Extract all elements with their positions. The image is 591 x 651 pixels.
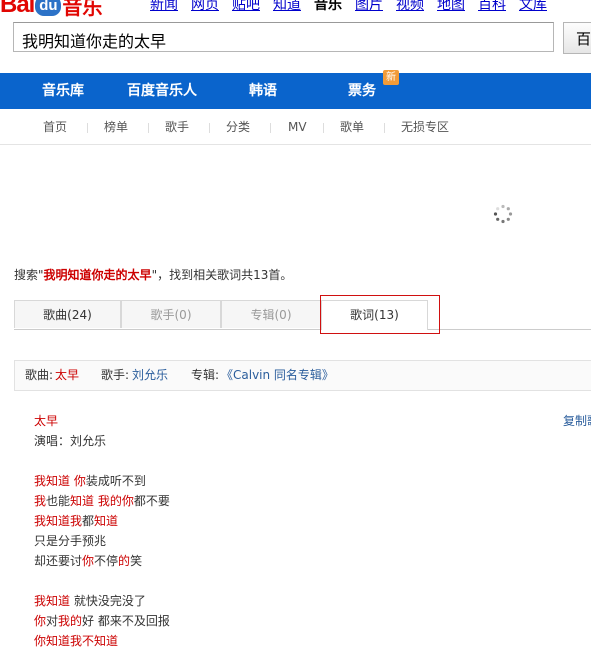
top-nav-wenku[interactable]: 文库 — [519, 0, 547, 13]
lyric-text: 都不要 — [133, 494, 170, 508]
main-nav-baidu-musician[interactable]: 百度音乐人 — [127, 73, 197, 109]
top-nav-music: 音乐 — [314, 0, 342, 13]
logo-text-bai: Bai — [0, 0, 35, 18]
tab-singers: 歌手(0) — [121, 300, 221, 328]
lyrics-performer: 演唱：刘允乐 — [34, 434, 107, 448]
lyric-keyword-highlight: 你 — [73, 474, 86, 488]
lyric-keyword-highlight: 我知道 — [34, 594, 71, 608]
lyric-line: 我也能知道 我的你都不要 — [34, 491, 170, 511]
song-info-bar: 歌曲: 太早 歌手: 刘允乐 专辑: 《Calvin 同名专辑》 — [14, 360, 591, 391]
lyric-line: 却还要讨你不停的笑 — [34, 551, 170, 571]
lyric-text: 就快没完没了 — [70, 594, 146, 608]
tab-albums: 专辑(0) — [221, 300, 321, 328]
lyric-line: 我知道 你装成听不到 — [34, 471, 170, 491]
lyric-line: 你对我的好 都来不及回报 — [34, 611, 170, 631]
main-nav-korean[interactable]: 韩语 — [249, 73, 277, 109]
lyric-text: 装成听不到 — [85, 474, 146, 488]
sub-nav-divider — [270, 123, 271, 133]
top-nav-zhidao[interactable]: 知道 — [273, 0, 301, 13]
lyrics-spacer — [34, 571, 170, 591]
main-nav-music-library[interactable]: 音乐库 — [42, 73, 84, 109]
sub-nav-home[interactable]: 首页 — [43, 110, 67, 144]
top-nav-images[interactable]: 图片 — [355, 0, 383, 13]
top-nav-video[interactable]: 视频 — [396, 0, 424, 13]
singer-label: 歌手: — [101, 368, 130, 382]
sub-nav-singers[interactable]: 歌手 — [165, 110, 189, 144]
logo-text-music: 音乐 — [62, 0, 103, 19]
new-badge: 新 — [383, 70, 399, 85]
lyric-keyword-highlight: 的 — [118, 554, 131, 568]
lyric-text: 笑 — [130, 554, 143, 568]
baidu-music-logo[interactable]: Bai du 音乐 — [0, 0, 103, 19]
singer-link[interactable]: 刘允乐 — [132, 361, 168, 390]
lyric-keyword-highlight: 我的 — [58, 614, 83, 628]
song-title-link[interactable]: 太早 — [55, 361, 79, 390]
sub-nav-divider — [87, 123, 88, 133]
lyrics-title: 太早 — [34, 414, 59, 428]
summary-prefix: 搜索 — [14, 268, 39, 282]
lyric-text: 却还要讨 — [34, 554, 83, 568]
song-label: 歌曲: — [25, 368, 54, 382]
lyric-text: 都 — [82, 514, 95, 528]
sub-nav-bar: 首页 榜单 歌手 分类 MV 歌单 无损专区 — [0, 110, 591, 145]
sub-nav-divider — [148, 123, 149, 133]
album-link[interactable]: 《Calvin 同名专辑》 — [221, 361, 334, 390]
lyric-keyword-highlight: 知道 — [94, 514, 119, 528]
lyric-keyword-highlight: 我的你 — [97, 494, 134, 508]
lyric-keyword-highlight: 你 — [34, 614, 47, 628]
sub-nav-divider — [209, 123, 210, 133]
lyric-keyword-highlight: 我知道我 — [34, 514, 83, 528]
top-nav-tieba[interactable]: 贴吧 — [232, 0, 260, 13]
lyric-keyword-highlight: 你知道我不知道 — [34, 634, 119, 648]
sub-nav-mv[interactable]: MV — [288, 110, 307, 144]
lyrics-stanza-1: 我知道 你装成听不到 我也能知道 我的你都不要 我知道我都知道 只是分手预兆 却还要讨你… — [34, 471, 170, 571]
lyric-keyword-highlight: 我 — [34, 494, 47, 508]
sub-nav-categories[interactable]: 分类 — [226, 110, 250, 144]
lyric-keyword-highlight: 你 — [82, 554, 95, 568]
tab-songs[interactable]: 歌曲(24) — [14, 300, 121, 328]
lyric-keyword-highlight: 知道 — [70, 494, 95, 508]
search-button[interactable]: 百 — [563, 22, 591, 54]
lyric-text: 好 都来不及回报 — [82, 614, 170, 628]
summary-keyword: 我明知道你走的太早 — [43, 268, 152, 282]
lyric-line: 我知道 就快没完没了 — [34, 591, 170, 611]
lyrics-block: 太早 演唱：刘允乐 我知道 你装成听不到 我也能知道 我的你都不要 我知道我都知道只… — [34, 411, 170, 651]
top-nav-map[interactable]: 地图 — [437, 0, 465, 13]
loading-spinner-icon — [493, 204, 513, 224]
main-nav-bar: 音乐库 百度音乐人 韩语 票务 — [0, 73, 591, 109]
main-nav-tickets[interactable]: 票务 — [348, 73, 376, 109]
sub-nav-playlists[interactable]: 歌单 — [340, 110, 364, 144]
lyric-line: 你知道我不知道 — [34, 631, 170, 651]
search-result-summary: 搜索"我明知道你走的太早"，找到相关歌词共13首。 — [14, 266, 292, 283]
top-nav-baike[interactable]: 百科 — [478, 0, 506, 13]
copy-lyrics-link[interactable]: 复制歌词 — [563, 411, 591, 431]
top-nav-web[interactable]: 网页 — [191, 0, 219, 13]
search-input[interactable]: 我明知道你走的太早 — [13, 22, 554, 52]
summary-suffix: ，找到相关歌词共13首。 — [157, 268, 293, 282]
result-tabs: 歌曲(24) 歌手(0) 专辑(0) 歌词(13) — [14, 300, 591, 330]
sub-nav-lossless[interactable]: 无损专区 — [401, 110, 449, 144]
sub-nav-divider — [384, 123, 385, 133]
top-product-nav: 新闻 网页 贴吧 知道 音乐 图片 视频 地图 百科 文库 — [150, 0, 560, 13]
sub-nav-divider — [323, 123, 324, 133]
lyrics-spacer — [34, 451, 170, 471]
logo-paw-du: du — [35, 0, 62, 16]
lyric-text: 也能 — [46, 494, 71, 508]
lyric-text: 对 — [46, 614, 59, 628]
tab-lyrics-highlight-box — [320, 295, 440, 334]
album-label: 专辑: — [191, 368, 220, 382]
lyric-text: 只是分手预兆 — [34, 534, 107, 548]
top-nav-news[interactable]: 新闻 — [150, 0, 178, 13]
lyric-line: 我知道我都知道 — [34, 511, 170, 531]
lyric-line: 只是分手预兆 — [34, 531, 170, 551]
lyric-text: 不停 — [94, 554, 119, 568]
lyrics-stanza-2: 我知道 就快没完没了 你对我的好 都来不及回报 你知道我不知道 — [34, 591, 170, 651]
sub-nav-charts[interactable]: 榜单 — [104, 110, 128, 144]
lyric-keyword-highlight: 我知道 — [34, 474, 71, 488]
